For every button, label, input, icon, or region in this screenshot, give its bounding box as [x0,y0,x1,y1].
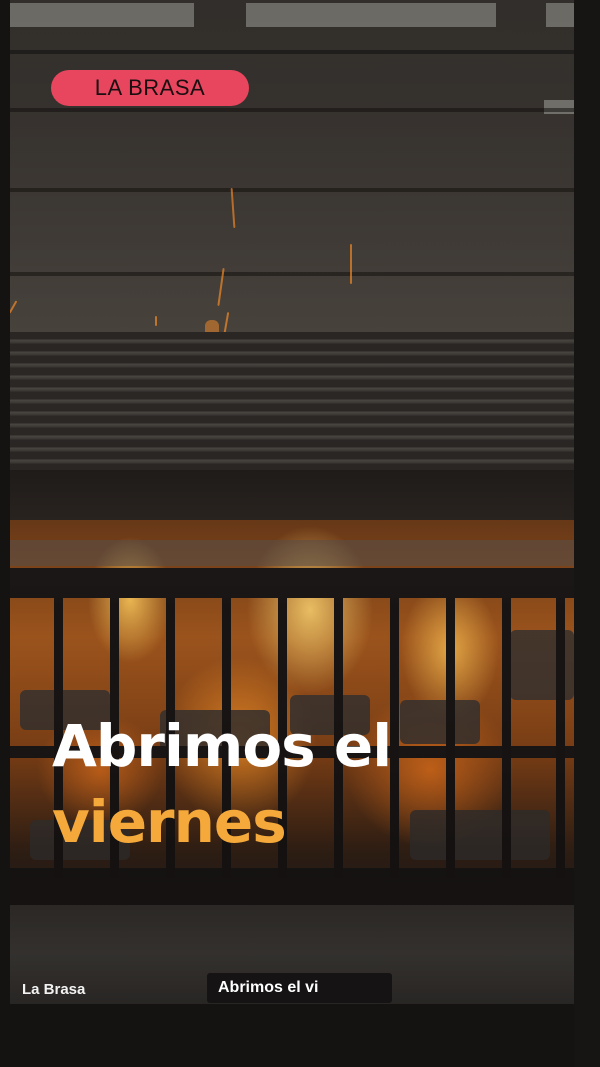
headline-line-2: viernes [52,788,287,856]
story-frame [0,0,600,1067]
caption-bar: Abrimos el vi [207,973,392,1003]
caption-text: Abrimos el vi [218,979,319,996]
brand-badge-label: LA BRASA [94,75,206,100]
headline-line-1: Abrimos el [52,712,392,780]
frame-edge [574,0,600,1067]
brand-badge: LA BRASA [51,70,249,106]
headline: Abrimos el viernes [52,708,572,860]
footer-brand: La Brasa [22,981,86,998]
